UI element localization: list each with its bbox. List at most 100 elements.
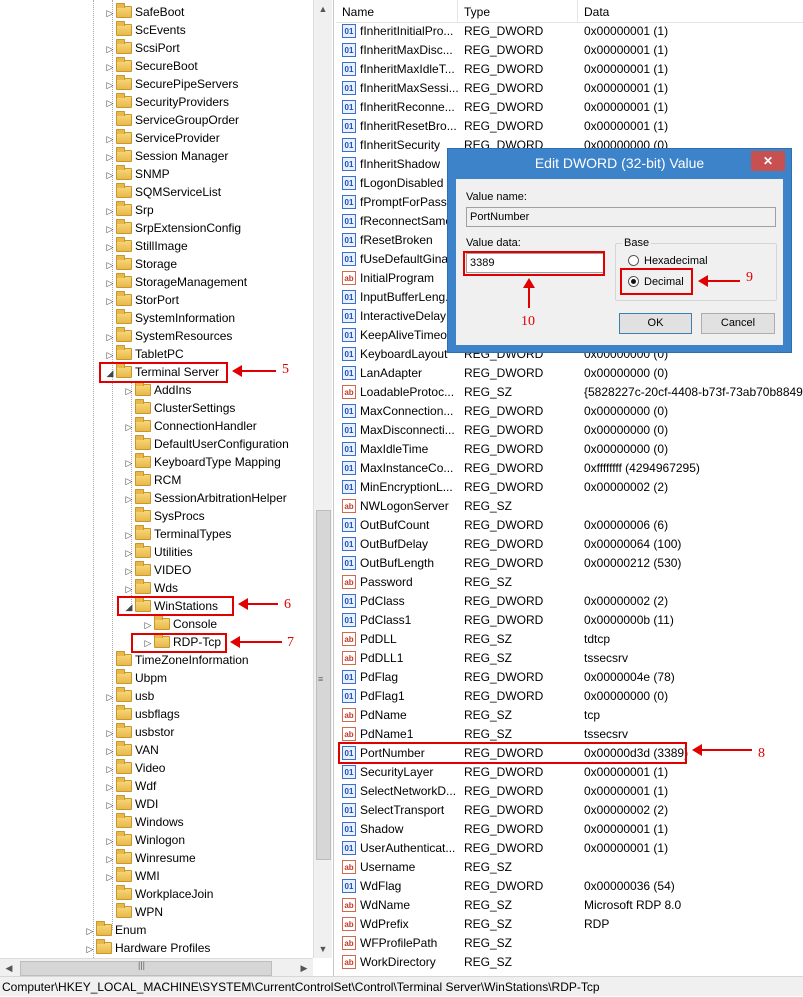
expand-arrow-icon[interactable]: ▷: [104, 688, 116, 706]
tree-item[interactable]: ▷ SafeBoot: [104, 3, 184, 21]
value-row[interactable]: 01 fInheritMaxDisc... REG_DWORD 0x00000001 …: [336, 41, 803, 60]
tree-item[interactable]: ClusterSettings: [123, 399, 235, 417]
expand-arrow-icon[interactable]: ▷: [104, 778, 116, 796]
expand-arrow-icon[interactable]: ▷: [84, 940, 96, 958]
tree-item[interactable]: ▷ VIDEO: [123, 561, 191, 579]
expand-arrow-icon[interactable]: ▷: [104, 796, 116, 814]
value-row[interactable]: 01 LanAdapter REG_DWORD 0x00000000 (0): [336, 364, 803, 383]
scroll-thumb[interactable]: [316, 510, 331, 860]
value-row[interactable]: 01 fInheritReconne... REG_DWORD 0x00000001 …: [336, 98, 803, 117]
tree-item[interactable]: ▷ RCM: [123, 471, 181, 489]
tree-item[interactable]: ▷ SystemResources: [104, 327, 232, 345]
expand-arrow-icon[interactable]: ▷: [123, 454, 135, 472]
close-button[interactable]: ✕: [751, 151, 785, 171]
tree-item[interactable]: ▷ ServiceProvider: [104, 129, 220, 147]
ok-button[interactable]: OK: [619, 313, 692, 334]
expand-arrow-icon[interactable]: ▷: [104, 202, 116, 220]
expand-arrow-icon[interactable]: ▷: [104, 4, 116, 22]
value-row[interactable]: ab PdDLL1 REG_SZ tssecsrv: [336, 649, 803, 668]
tree-item[interactable]: ▷ SecurityProviders: [104, 93, 229, 111]
tree-item[interactable]: ServiceGroupOrder: [104, 111, 239, 129]
value-row[interactable]: 01 MaxIdleTime REG_DWORD 0x00000000 (0): [336, 440, 803, 459]
tree-item[interactable]: ▷ usbstor: [104, 723, 174, 741]
tree-horizontal-scrollbar[interactable]: ◀ ||| ▶: [0, 958, 313, 976]
expand-arrow-icon[interactable]: ▷: [104, 850, 116, 868]
tree-vertical-scrollbar[interactable]: ▲ ≡ ▼: [313, 0, 332, 958]
value-row[interactable]: ab Password REG_SZ: [336, 573, 803, 592]
value-row[interactable]: ab PdName REG_SZ tcp: [336, 706, 803, 725]
expand-arrow-icon[interactable]: ▷: [104, 130, 116, 148]
expand-arrow-icon[interactable]: ▷: [104, 292, 116, 310]
tree-item[interactable]: TimeZoneInformation: [104, 651, 249, 669]
expand-arrow-icon[interactable]: ▷: [104, 328, 116, 346]
expand-arrow-icon[interactable]: ▷: [104, 274, 116, 292]
value-row[interactable]: 01 SecurityLayer REG_DWORD 0x00000001 (1): [336, 763, 803, 782]
tree-item[interactable]: ▷ SecureBoot: [104, 57, 198, 75]
value-row[interactable]: ab WFProfilePath REG_SZ: [336, 934, 803, 953]
expand-arrow-icon[interactable]: ▷: [104, 742, 116, 760]
tree-item[interactable]: ▷ SNMP: [104, 165, 170, 183]
scroll-right-icon[interactable]: ▶: [295, 959, 313, 976]
registry-key-tree[interactable]: ▷ SafeBoot ScEvents ▷ ScsiPort ▷ SecureBoot ▷ Se…: [0, 0, 334, 976]
tree-item[interactable]: ▷ SessionArbitrationHelper: [123, 489, 287, 507]
tree-item[interactable]: ▷ StorageManagement: [104, 273, 247, 291]
tree-item[interactable]: ▷ Console: [142, 615, 217, 633]
expand-arrow-icon[interactable]: ▷: [104, 58, 116, 76]
value-row[interactable]: 01 PdFlag REG_DWORD 0x0000004e (78): [336, 668, 803, 687]
value-row[interactable]: ab WorkDirectory REG_SZ: [336, 953, 803, 972]
tree-item[interactable]: ▷ StillImage: [104, 237, 188, 255]
expand-arrow-icon[interactable]: ▷: [104, 256, 116, 274]
value-row[interactable]: ab LoadableProtoc... REG_SZ {5828227c-20cf-…: [336, 383, 803, 402]
tree-item[interactable]: ▷ Wds: [123, 579, 178, 597]
value-row[interactable]: ab PdDLL REG_SZ tdtcp: [336, 630, 803, 649]
value-row[interactable]: 01 OutBufCount REG_DWORD 0x00000006 (6): [336, 516, 803, 535]
tree-item[interactable]: Ubpm: [104, 669, 167, 687]
tree-item[interactable]: ▷ WDI: [104, 795, 158, 813]
expand-arrow-icon[interactable]: ▷: [123, 418, 135, 436]
tree-item[interactable]: ▷ Enum: [84, 921, 146, 939]
column-header-name[interactable]: Name: [336, 0, 458, 22]
tree-item[interactable]: ▷ Srp: [104, 201, 154, 219]
value-row[interactable]: 01 MaxInstanceCo... REG_DWORD 0xffffffff (4…: [336, 459, 803, 478]
tree-item[interactable]: ▷ WMI: [104, 867, 160, 885]
value-row[interactable]: 01 PdFlag1 REG_DWORD 0x00000000 (0): [336, 687, 803, 706]
value-row[interactable]: 01 fInheritMaxIdleT... REG_DWORD 0x00000001…: [336, 60, 803, 79]
expand-arrow-icon[interactable]: ▷: [104, 148, 116, 166]
expand-arrow-icon[interactable]: ▷: [123, 382, 135, 400]
value-row[interactable]: 01 UserAuthenticat... REG_DWORD 0x00000001 …: [336, 839, 803, 858]
tree-item[interactable]: ▷ ScsiPort: [104, 39, 180, 57]
expand-arrow-icon[interactable]: ▷: [123, 526, 135, 544]
tree-item[interactable]: Windows: [104, 813, 184, 831]
expand-arrow-icon[interactable]: ▷: [123, 544, 135, 562]
tree-item[interactable]: SQMServiceList: [104, 183, 221, 201]
value-row[interactable]: 01 fInheritMaxSessi... REG_DWORD 0x00000001…: [336, 79, 803, 98]
tree-item[interactable]: ▷ TerminalTypes: [123, 525, 231, 543]
expand-arrow-icon[interactable]: ▷: [123, 562, 135, 580]
scroll-up-icon[interactable]: ▲: [314, 0, 332, 18]
hexadecimal-radio[interactable]: Hexadecimal: [628, 255, 708, 267]
expand-arrow-icon[interactable]: ▷: [104, 724, 116, 742]
expand-arrow-icon[interactable]: ▷: [104, 220, 116, 238]
value-row[interactable]: 01 MinEncryptionL... REG_DWORD 0x00000002 (…: [336, 478, 803, 497]
value-row[interactable]: 01 fInheritResetBro... REG_DWORD 0x00000001…: [336, 117, 803, 136]
tree-item[interactable]: ▷ Video: [104, 759, 165, 777]
value-row[interactable]: 01 PdClass1 REG_DWORD 0x0000000b (11): [336, 611, 803, 630]
tree-item[interactable]: ▷ TabletPC: [104, 345, 184, 363]
tree-item[interactable]: SystemInformation: [104, 309, 235, 327]
tree-item[interactable]: ▷ SrpExtensionConfig: [104, 219, 241, 237]
cancel-button[interactable]: Cancel: [701, 313, 775, 334]
tree-item[interactable]: DefaultUserConfiguration: [123, 435, 289, 453]
value-row[interactable]: ab NWLogonServer REG_SZ: [336, 497, 803, 516]
value-row[interactable]: 01 PdClass REG_DWORD 0x00000002 (2): [336, 592, 803, 611]
expand-arrow-icon[interactable]: ▷: [104, 166, 116, 184]
expand-arrow-icon[interactable]: ▷: [104, 832, 116, 850]
column-header-type[interactable]: Type: [458, 0, 578, 22]
value-row[interactable]: 01 MaxConnection... REG_DWORD 0x00000000 (0…: [336, 402, 803, 421]
tree-item[interactable]: usbflags: [104, 705, 180, 723]
expand-arrow-icon[interactable]: ▷: [104, 76, 116, 94]
tree-item[interactable]: ▷ Wdf: [104, 777, 156, 795]
scroll-left-icon[interactable]: ◀: [0, 959, 18, 976]
expand-arrow-icon[interactable]: ▷: [104, 760, 116, 778]
tree-item[interactable]: ▷ AddIns: [123, 381, 191, 399]
expand-arrow-icon[interactable]: ▷: [104, 40, 116, 58]
